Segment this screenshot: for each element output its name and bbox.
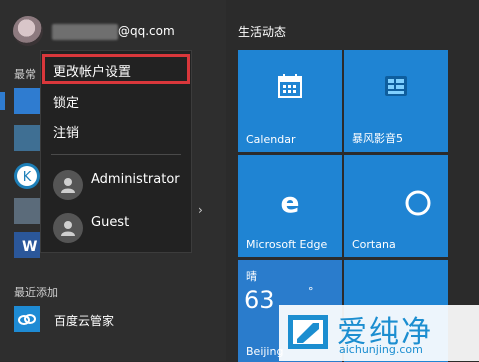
user-guest[interactable]: Guest — [91, 215, 129, 230]
frequent-app-1-icon[interactable] — [14, 88, 40, 114]
frequent-app-4-icon[interactable] — [14, 198, 40, 224]
account-email[interactable]: @qq.com — [118, 24, 175, 38]
frequent-section-label: 最常 — [14, 68, 36, 81]
weather-degree: ° — [308, 285, 314, 298]
cortana-icon — [404, 189, 432, 217]
cortana-tile[interactable]: Cortana — [344, 155, 448, 257]
user-administrator[interactable]: Administrator — [91, 172, 180, 187]
tile-label: Calendar — [246, 133, 296, 146]
email-redaction — [52, 24, 118, 40]
watermark-logo-icon — [285, 309, 331, 355]
recent-item-label[interactable]: 百度云管家 — [54, 312, 114, 329]
tiles-group-title: 生活动态 — [238, 25, 287, 39]
recent-section-label: 最近添加 — [14, 286, 58, 299]
word-app-icon[interactable]: W — [14, 232, 40, 258]
cloud-manager-icon[interactable] — [14, 306, 40, 332]
change-account-settings-item[interactable]: 更改帐户设置 — [53, 61, 131, 80]
watermark: 爱纯净 aichunjing.com — [279, 305, 479, 361]
chevron-right-icon[interactable]: › — [198, 203, 203, 217]
account-avatar[interactable] — [13, 16, 43, 46]
menu-divider — [51, 154, 181, 155]
account-menu: 更改帐户设置 锁定 注销 Administrator Guest — [40, 50, 192, 253]
weather-condition: 晴 — [246, 270, 257, 283]
tile-label: 暴风影音5 — [352, 132, 403, 145]
user-avatar-icon[interactable] — [53, 170, 83, 200]
weather-temperature: 63 — [244, 286, 275, 314]
frequent-app-2-icon[interactable] — [14, 125, 40, 151]
edge-tile[interactable]: e Microsoft Edge — [238, 155, 342, 257]
svg-text:e: e — [281, 187, 300, 217]
tile-label: Cortana — [352, 238, 396, 251]
calendar-icon — [238, 72, 342, 100]
sign-out-item[interactable]: 注销 — [53, 122, 79, 141]
watermark-url: aichunjing.com — [339, 343, 423, 356]
user-avatar-icon[interactable] — [53, 213, 83, 243]
selection-strip — [0, 92, 5, 110]
svg-text:W: W — [22, 239, 37, 255]
calendar-tile[interactable]: Calendar — [238, 50, 342, 152]
storm-player-icon — [344, 72, 448, 100]
edge-icon: e — [238, 187, 342, 217]
storm-player-tile[interactable]: 暴风影音5 — [344, 50, 448, 152]
svg-text:K: K — [23, 170, 32, 185]
weather-city: Beijing — [246, 345, 284, 358]
lock-item[interactable]: 锁定 — [53, 92, 79, 111]
frequent-app-3-icon[interactable]: K — [14, 163, 40, 189]
tile-label: Microsoft Edge — [246, 238, 328, 251]
